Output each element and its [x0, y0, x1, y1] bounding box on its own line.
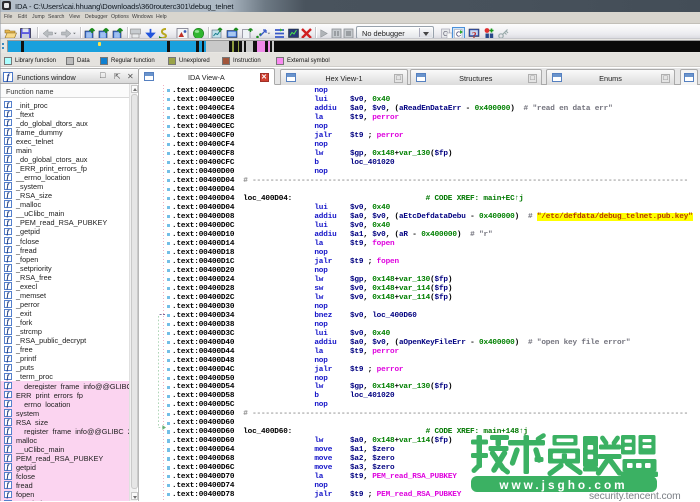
svg-text:?: ? [472, 30, 477, 39]
